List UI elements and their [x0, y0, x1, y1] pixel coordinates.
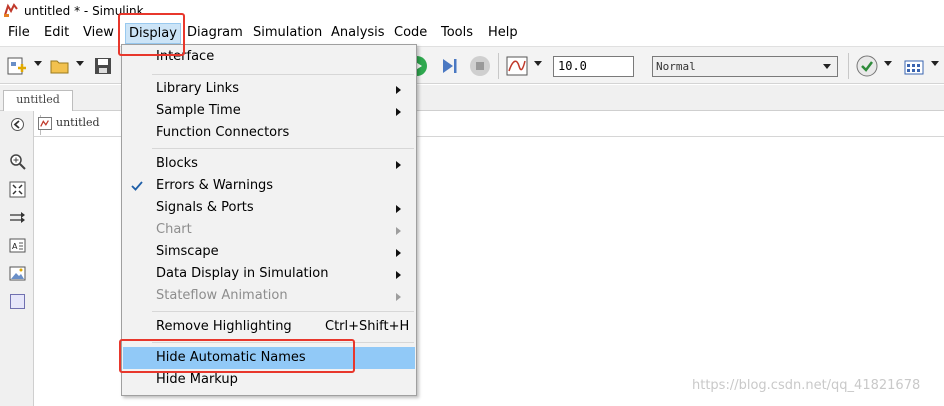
- area-icon[interactable]: [9, 293, 26, 310]
- submenu-arrow-icon: [396, 86, 401, 94]
- menu-edit[interactable]: Edit: [44, 25, 69, 44]
- open-icon[interactable]: [49, 55, 71, 77]
- menu-item-library-links[interactable]: Library Links: [123, 78, 415, 100]
- menu-item-label: Simscape: [156, 244, 219, 259]
- menu-tools[interactable]: Tools: [441, 25, 473, 44]
- simulation-mode-select[interactable]: Normal: [652, 56, 838, 77]
- model-advisor-icon[interactable]: [856, 55, 878, 77]
- library-dropdown-arrow-icon[interactable]: [931, 61, 939, 66]
- submenu-arrow-icon: [396, 161, 401, 169]
- toolbar-separator: [498, 53, 499, 79]
- menu-item-remove-highlighting[interactable]: Remove Highlighting Ctrl+Shift+H: [123, 316, 415, 338]
- submenu-arrow-icon: [396, 227, 401, 235]
- menu-analysis[interactable]: Analysis: [331, 25, 385, 44]
- zoom-in-icon[interactable]: [9, 153, 26, 170]
- menu-item-simscape[interactable]: Simscape: [123, 241, 415, 263]
- new-model-icon[interactable]: [6, 55, 28, 77]
- chevron-down-icon: [823, 64, 831, 69]
- annotation-box-display-menu: [118, 13, 185, 56]
- submenu-arrow-icon: [396, 249, 401, 257]
- menu-item-label: Stateflow Animation: [156, 288, 288, 303]
- save-icon[interactable]: [92, 55, 114, 77]
- menu-item-chart: Chart: [123, 219, 415, 241]
- library-browser-icon[interactable]: [903, 55, 925, 77]
- submenu-arrow-icon: [396, 293, 401, 301]
- menu-separator: [152, 311, 414, 312]
- new-dropdown-arrow-icon[interactable]: [34, 61, 42, 66]
- left-palette: A: [0, 111, 34, 406]
- tab-untitled[interactable]: untitled: [3, 90, 73, 112]
- menu-item-label: Library Links: [156, 81, 239, 96]
- menu-help[interactable]: Help: [488, 25, 518, 44]
- menu-item-stateflow-animation: Stateflow Animation: [123, 285, 415, 307]
- scope-icon[interactable]: [506, 55, 528, 77]
- menu-separator: [152, 74, 414, 75]
- model-icon: [38, 117, 52, 130]
- submenu-arrow-icon: [396, 108, 401, 116]
- signal-arrow-icon[interactable]: [9, 209, 26, 226]
- breadcrumb[interactable]: untitled: [36, 115, 100, 135]
- step-forward-icon[interactable]: [438, 55, 460, 77]
- menu-item-sample-time[interactable]: Sample Time: [123, 100, 415, 122]
- menu-item-label: Errors & Warnings: [156, 178, 274, 193]
- menu-simulation[interactable]: Simulation: [253, 25, 322, 44]
- stop-icon[interactable]: [469, 55, 491, 77]
- simulink-app-icon: [4, 3, 18, 17]
- menu-separator: [152, 148, 414, 149]
- menu-item-label: Function Connectors: [156, 125, 290, 140]
- scope-dropdown-arrow-icon[interactable]: [534, 61, 542, 66]
- menu-item-blocks[interactable]: Blocks: [123, 153, 415, 175]
- submenu-arrow-icon: [396, 205, 401, 213]
- menu-item-shortcut: Ctrl+Shift+H: [325, 319, 410, 334]
- menu-item-function-connectors[interactable]: Function Connectors: [123, 122, 415, 144]
- checkmark-icon: [131, 181, 143, 191]
- menu-item-label: Blocks: [156, 156, 198, 171]
- menu-item-errors-warnings[interactable]: Errors & Warnings: [123, 175, 415, 197]
- stop-time-input[interactable]: 10.0: [553, 56, 634, 77]
- toolbar-separator: [848, 53, 849, 79]
- menu-file[interactable]: File: [8, 25, 30, 44]
- menu-item-data-display-in-simulation[interactable]: Data Display in Simulation: [123, 263, 415, 285]
- menu-code[interactable]: Code: [394, 25, 427, 44]
- menu-item-label: Data Display in Simulation: [156, 266, 329, 281]
- menu-item-label: Sample Time: [156, 103, 241, 118]
- fit-to-view-icon[interactable]: [9, 181, 26, 198]
- menu-item-label: Remove Highlighting: [156, 319, 292, 334]
- watermark: https://blog.csdn.net/qq_41821678: [692, 378, 921, 393]
- image-icon[interactable]: [9, 265, 26, 282]
- menu-view[interactable]: View: [83, 25, 114, 44]
- open-dropdown-arrow-icon[interactable]: [76, 61, 84, 66]
- menu-item-signals-ports[interactable]: Signals & Ports: [123, 197, 415, 219]
- menu-diagram[interactable]: Diagram: [187, 25, 243, 44]
- hide-explorer-icon[interactable]: [9, 116, 26, 133]
- menu-item-label: Signals & Ports: [156, 200, 254, 215]
- svg-text:A: A: [12, 242, 18, 251]
- annotation-box-hide-automatic-names: [119, 339, 355, 373]
- advisor-dropdown-arrow-icon[interactable]: [884, 61, 892, 66]
- annotation-icon[interactable]: A: [9, 237, 26, 254]
- simulation-mode-value: Normal: [656, 60, 696, 73]
- breadcrumb-label: untitled: [56, 116, 100, 129]
- menu-item-label: Chart: [156, 222, 192, 237]
- submenu-arrow-icon: [396, 271, 401, 279]
